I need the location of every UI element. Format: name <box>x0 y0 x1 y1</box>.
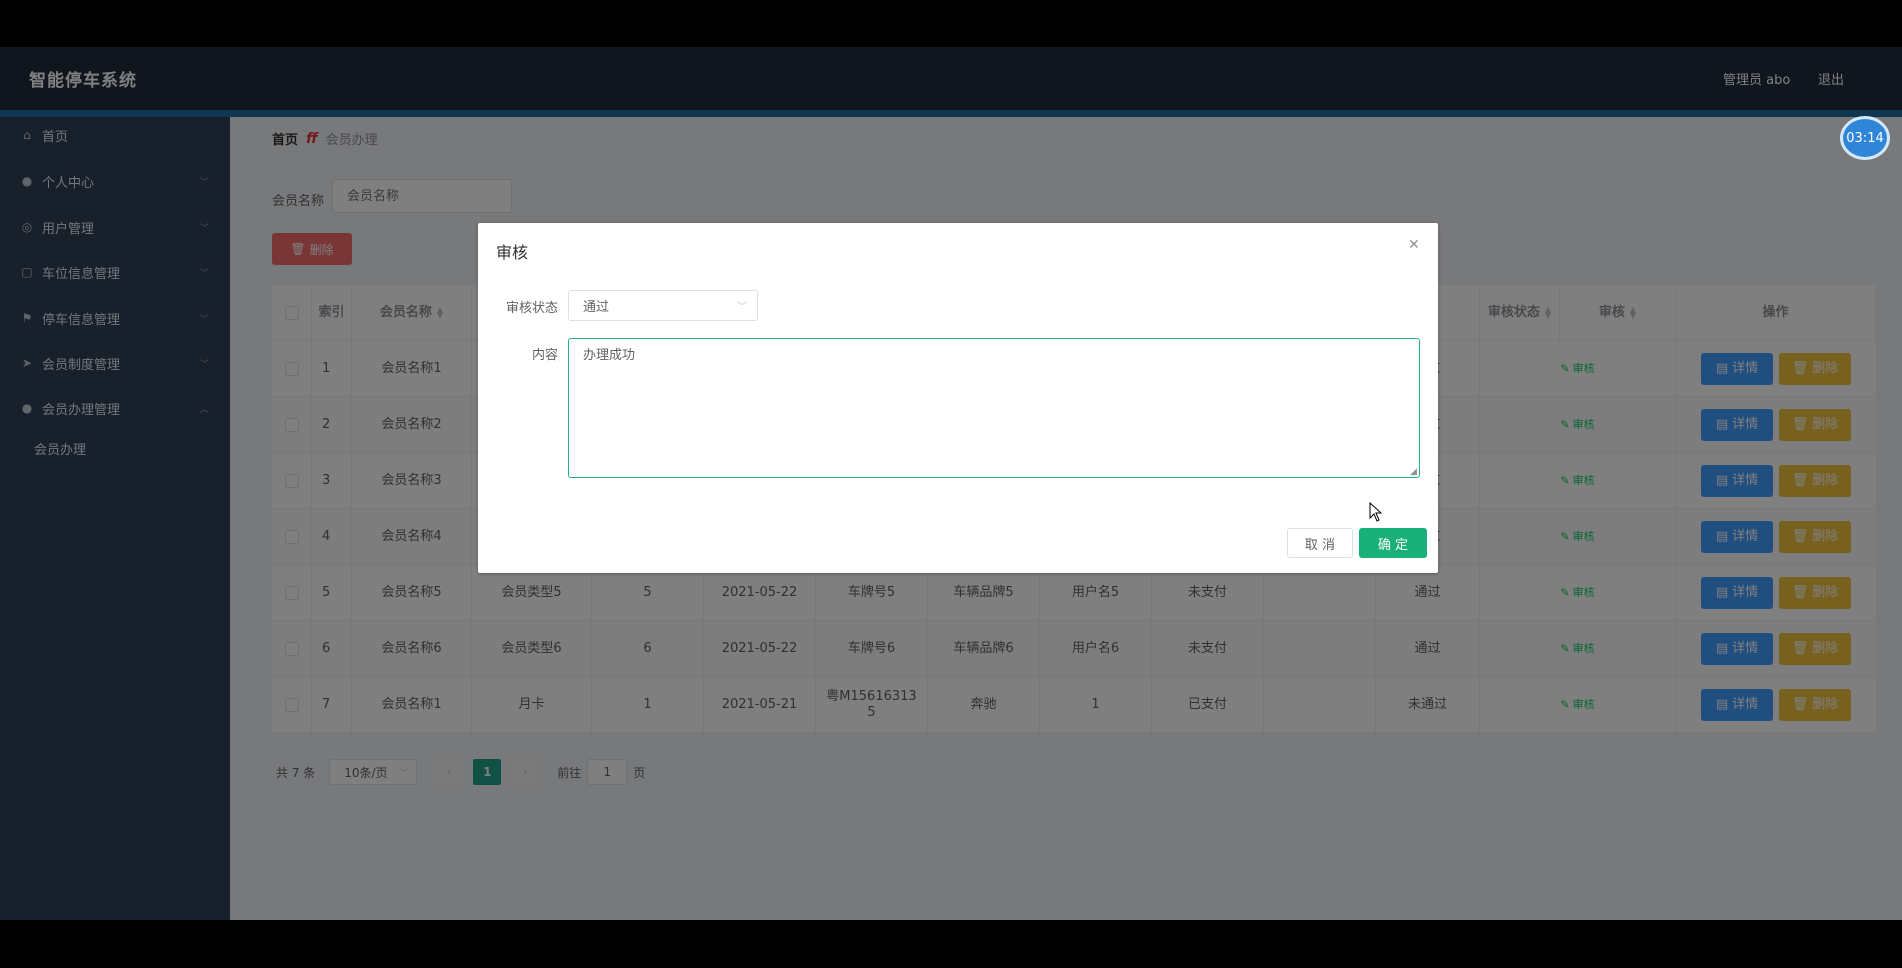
chevron-down-icon: ﹀ <box>737 302 747 313</box>
screen: 智能停车系统 管理员 abo 退出 ⌂ 首页 ● 个人中心 ﹀ ◎ 用户管理 ﹀… <box>0 0 1902 968</box>
mouse-cursor-icon <box>1369 502 1383 522</box>
audit-status-value: 通过 <box>583 300 610 315</box>
app-window: 智能停车系统 管理员 abo 退出 ⌂ 首页 ● 个人中心 ﹀ ◎ 用户管理 ﹀… <box>0 47 1902 920</box>
resize-handle-icon[interactable]: ◢ <box>1410 468 1419 477</box>
audit-status-label: 审核状态 <box>506 301 559 316</box>
recording-timer-badge: 03:14 <box>1840 116 1890 160</box>
audit-dialog: 审核 ✕ 审核状态 通过 ﹀ 内容 ◢ 取 消 确 定 <box>478 223 1438 573</box>
content-label: 内容 <box>532 348 559 363</box>
confirm-button[interactable]: 确 定 <box>1359 528 1427 558</box>
close-icon[interactable]: ✕ <box>1408 237 1420 253</box>
audit-status-select[interactable]: 通过 ﹀ <box>568 290 758 321</box>
cancel-button[interactable]: 取 消 <box>1287 528 1353 558</box>
dialog-title: 审核 <box>496 243 529 262</box>
content-textarea[interactable] <box>568 338 1420 478</box>
